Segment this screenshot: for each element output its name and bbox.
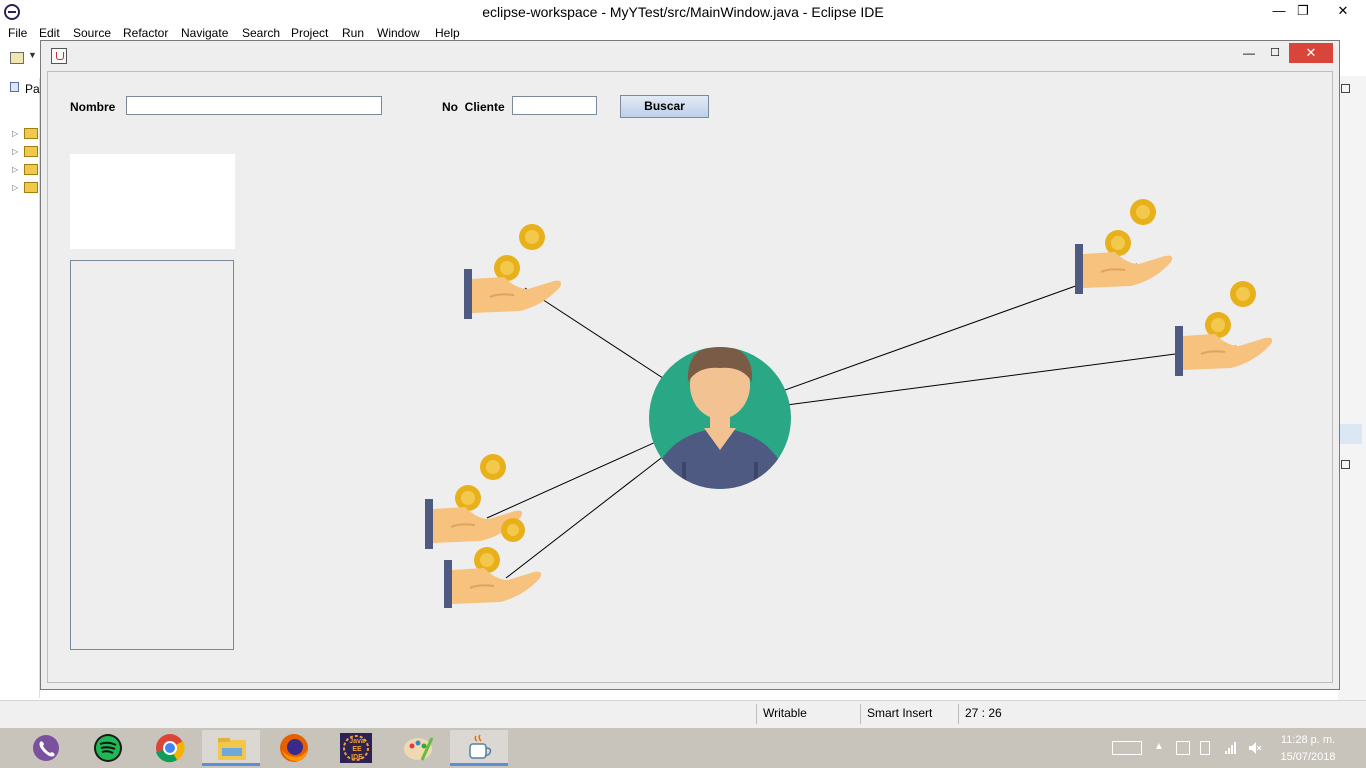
client-avatar-icon [649,347,791,489]
connector-line [717,345,1237,415]
file-explorer-icon[interactable] [202,730,260,766]
java-app-icon[interactable] [450,730,508,766]
keyboard-icon[interactable] [1112,741,1142,755]
spotify-icon[interactable] [78,730,136,766]
chrome-icon[interactable] [140,730,198,766]
volume-muted-icon[interactable] [1248,741,1262,755]
chevron-up-icon[interactable]: ▲ [1154,741,1168,755]
hand-coins-icon [444,547,542,608]
java-ee-ide-label: Java EE IDE [349,738,365,761]
hand-coins-icon [463,223,563,320]
client-network-diagram [424,198,1274,608]
paint-icon[interactable] [388,730,446,766]
viber-icon[interactable] [16,730,74,766]
hand-coins-icon [1074,198,1174,295]
hand-coins-icon [1174,280,1274,377]
firefox-icon[interactable] [264,730,322,766]
action-center-icon[interactable] [1176,741,1190,755]
clock-date[interactable]: 15/07/2018 [1278,751,1338,763]
hand-coins-icon [501,518,525,542]
network-icon[interactable] [1224,741,1238,755]
clock-time[interactable]: 11:28 p. m. [1278,734,1338,746]
java-ee-ide-icon[interactable]: Java EE IDE [326,730,384,766]
battery-icon[interactable] [1200,741,1210,755]
